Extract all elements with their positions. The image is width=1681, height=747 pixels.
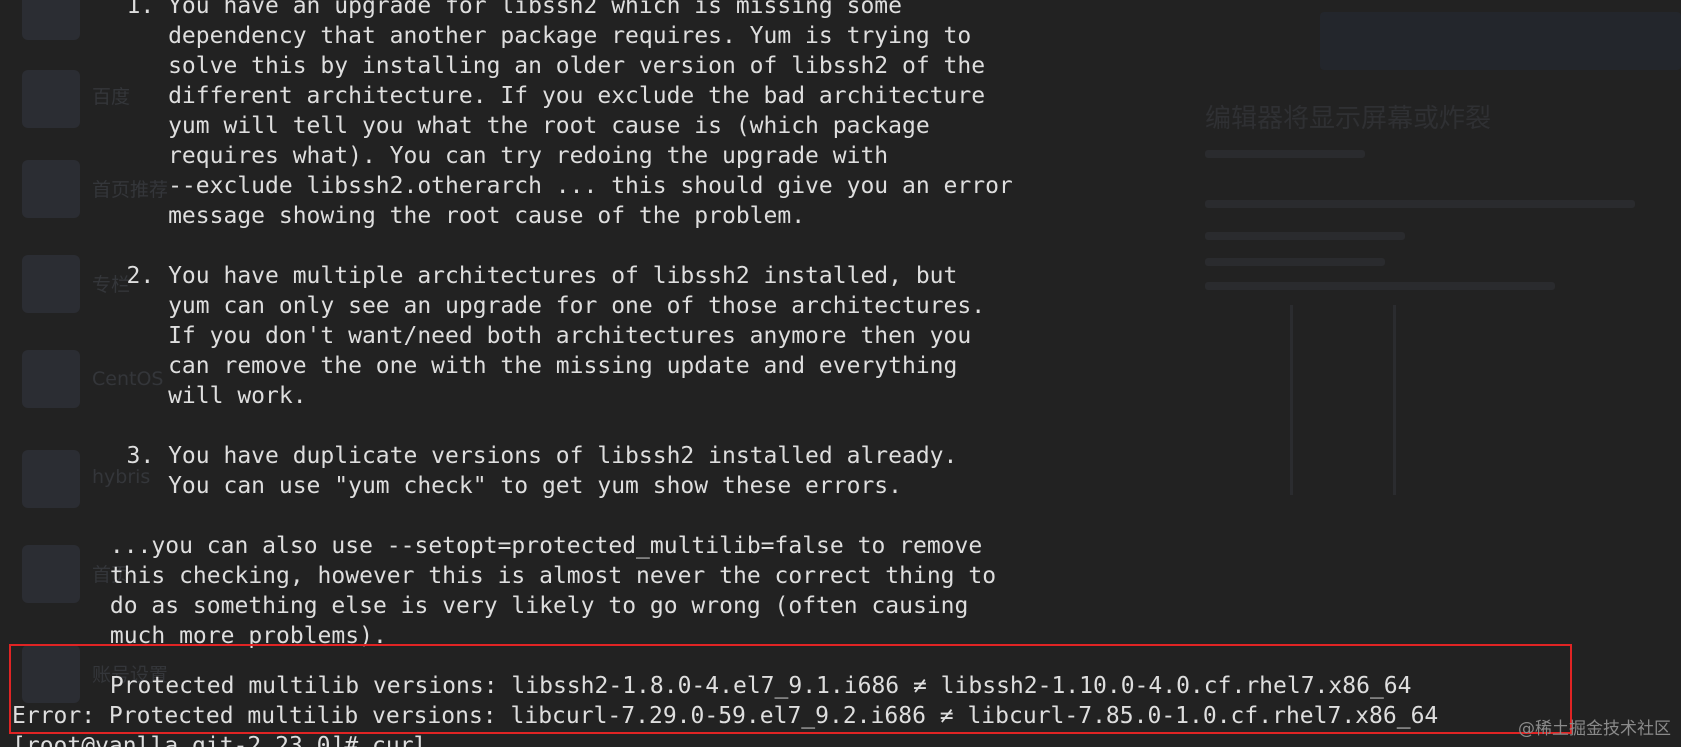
error-highlight-box [9, 644, 1572, 734]
terminal-line: You can use "yum check" to get yum show … [85, 473, 902, 499]
terminal-screenshot: 百度 首页推荐 专栏 CentOS hybris 首页 账号设置 编辑器将显示屏… [0, 0, 1681, 747]
terminal-line: 3. You have duplicate versions of libssh… [85, 443, 958, 469]
terminal-line: --exclude libssh2.otherarch ... this sho… [85, 173, 1013, 199]
terminal-line: 1. You have an upgrade for libssh2 which… [85, 0, 902, 19]
terminal-output[interactable]: 1. You have an upgrade for libssh2 which… [0, 0, 1681, 747]
terminal-line: dependency that another package requires… [85, 23, 972, 49]
terminal-line: ...you can also use --setopt=protected_m… [96, 533, 983, 559]
terminal-line: solve this by installing an older versio… [85, 53, 986, 79]
terminal-line: 2. You have multiple architectures of li… [85, 263, 958, 289]
terminal-line: yum can only see an upgrade for one of t… [85, 293, 986, 319]
terminal-line: can remove the one with the missing upda… [85, 353, 958, 379]
terminal-line: requires what). You can try redoing the … [85, 143, 889, 169]
terminal-line: do as something else is very likely to g… [96, 593, 969, 619]
terminal-line: If you don't want/need both architecture… [85, 323, 972, 349]
terminal-line: different architecture. If you exclude t… [85, 83, 986, 109]
terminal-line: yum will tell you what the root cause is… [85, 113, 930, 139]
terminal-line: will work. [85, 383, 307, 409]
terminal-line: message showing the root cause of the pr… [85, 203, 806, 229]
terminal-line: this checking, however this is almost ne… [96, 563, 997, 589]
watermark: @稀土掘金技术社区 [1518, 719, 1671, 739]
